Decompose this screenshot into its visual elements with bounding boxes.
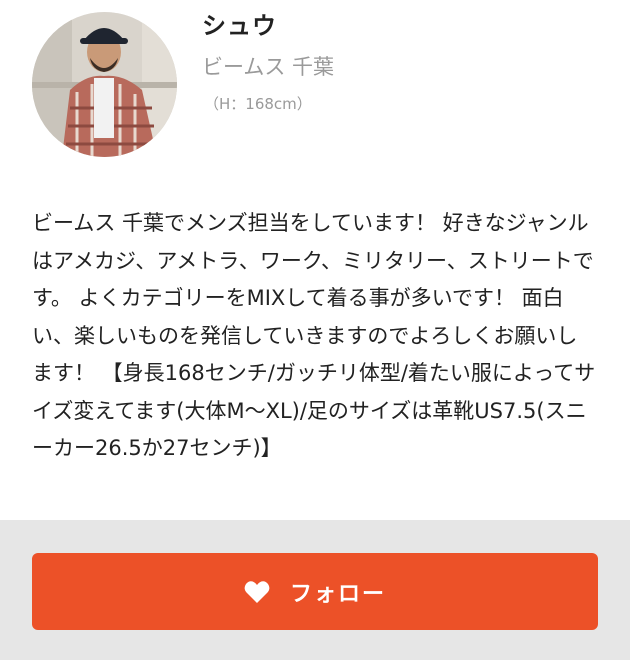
- follow-button-label: フォロー: [289, 581, 386, 607]
- profile-name: シュウ: [202, 12, 277, 40]
- follow-button[interactable]: フォロー: [32, 553, 598, 630]
- avatar[interactable]: [32, 12, 177, 157]
- follow-footer: フォロー: [0, 520, 630, 660]
- profile-bio: ビームス 千葉でメンズ担当をしています！ 好きなジャンルはアメカジ、アメトラ、ワ…: [32, 211, 596, 460]
- profile-height: （H：168cm）: [204, 95, 312, 113]
- profile-section: シュウ ビームス 千葉 （H：168cm） ビームス 千葉でメンズ担当をしていま…: [0, 0, 630, 520]
- profile-shop[interactable]: ビームス 千葉: [202, 51, 334, 81]
- heart-icon: [244, 580, 270, 603]
